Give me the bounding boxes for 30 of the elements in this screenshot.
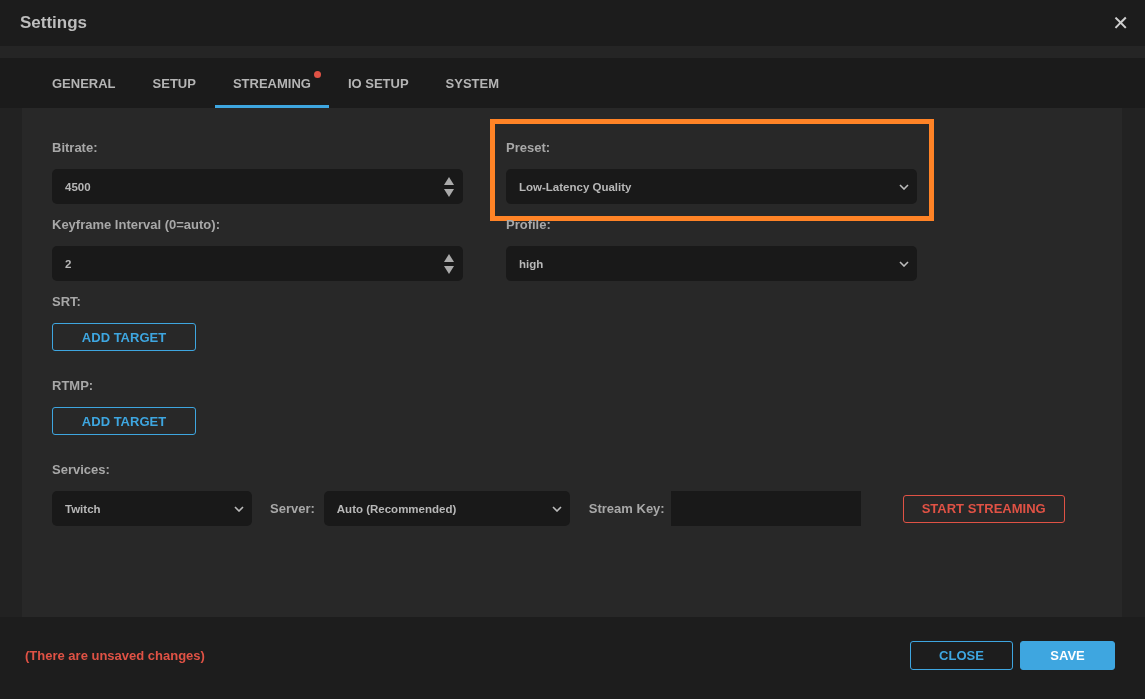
window-title: Settings — [20, 13, 88, 33]
field-label: Server: — [270, 501, 315, 516]
dropdown[interactable]: Low-Latency Quality — [506, 169, 917, 204]
chevron-down-icon — [899, 260, 909, 267]
field-label: Keyframe Interval (0=auto): — [52, 217, 221, 232]
section-label: Services: — [52, 462, 111, 477]
field-label: Profile: — [506, 217, 552, 232]
chevron-down-icon — [234, 505, 244, 512]
dropdown[interactable]: Auto (Recommended) — [323, 491, 570, 526]
add-target-button[interactable]: ADD TARGET — [52, 323, 196, 351]
add-target-button[interactable]: ADD TARGET — [52, 407, 196, 435]
section-label: SRT: — [52, 294, 82, 309]
number-field[interactable]: 2 — [52, 246, 463, 281]
number-field[interactable]: 4500 — [52, 169, 463, 204]
tab[interactable]: IO SETUP — [329, 58, 427, 108]
chevron-down-icon — [899, 183, 909, 190]
unsaved-changes-message: (There are unsaved changes) — [25, 647, 205, 663]
chevron-down-icon — [551, 505, 562, 512]
tab[interactable]: GENERAL — [34, 58, 134, 108]
tab[interactable]: SYSTEM — [427, 58, 518, 108]
start-streaming-button[interactable]: START STREAMING — [902, 494, 1065, 523]
field-label: Preset: — [506, 140, 552, 155]
close-button[interactable]: CLOSE — [910, 640, 1013, 670]
field-label: Bitrate: — [52, 140, 99, 155]
tab[interactable]: SETUP — [134, 58, 214, 108]
section-label: RTMP: — [52, 378, 95, 393]
dropdown[interactable]: Twitch — [52, 491, 252, 526]
dropdown[interactable]: high — [506, 246, 917, 281]
close-button[interactable]: ✕ — [1108, 11, 1133, 35]
field-label: Stream Key: — [588, 501, 665, 516]
